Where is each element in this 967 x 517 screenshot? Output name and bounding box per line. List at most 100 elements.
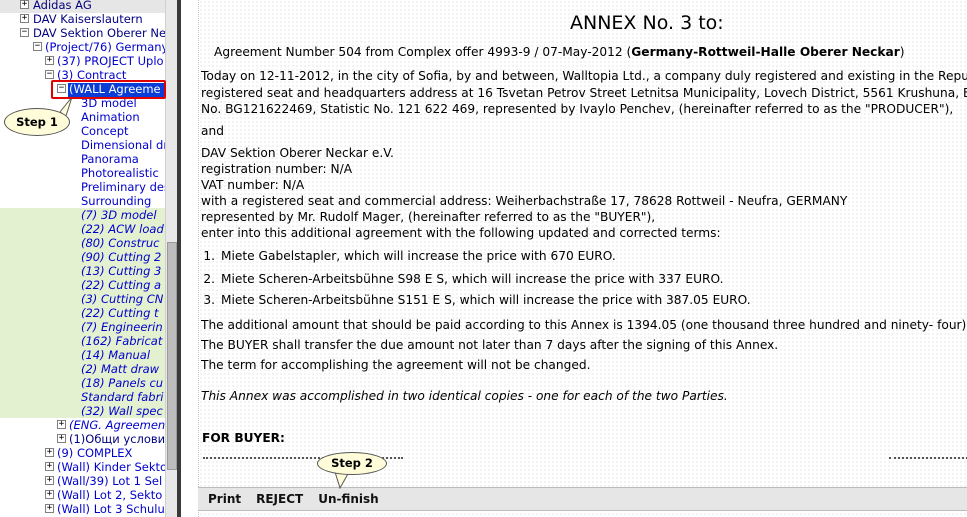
expand-icon[interactable]: + bbox=[45, 462, 54, 471]
tree-node-label: (22) ACW load bbox=[81, 222, 164, 236]
tree-node[interactable]: (22) Cutting a bbox=[0, 278, 165, 292]
tree-node[interactable]: + Adidas AG bbox=[0, 0, 165, 12]
signature-line-right bbox=[889, 457, 967, 460]
buyer-address: with a registered seat and commercial ad… bbox=[201, 194, 848, 208]
tree-node[interactable]: + (9) COMPLEX bbox=[0, 446, 165, 460]
tree-node-label: (80) Construc bbox=[81, 236, 160, 250]
tree-node-label: (9) COMPLEX bbox=[57, 446, 133, 460]
unfinish-button[interactable]: Un-finish bbox=[318, 492, 379, 506]
tree-node[interactable]: (14) Manual bbox=[0, 348, 165, 362]
expand-icon[interactable]: + bbox=[45, 56, 54, 65]
tree-node-label: (22) Cutting t bbox=[81, 306, 159, 320]
term-text: Miete Gabelstapler, which will increase … bbox=[221, 249, 616, 263]
tree-node[interactable]: + (Wall) Kinder Sektor bbox=[0, 460, 165, 474]
buyer-vat: VAT number: N/A bbox=[201, 178, 305, 192]
tree-node[interactable]: + DAV Kaiserslautern bbox=[0, 12, 165, 26]
tree-node[interactable]: Surrounding bbox=[0, 194, 165, 208]
expand-icon[interactable]: + bbox=[57, 434, 66, 443]
tree-node-label: Animation bbox=[81, 110, 140, 124]
tree-node[interactable]: Panorama bbox=[0, 152, 165, 166]
tree-node[interactable]: (13) Cutting 3 bbox=[0, 264, 165, 278]
tree-node-label: (ENG. Agreemen bbox=[69, 418, 165, 432]
agreement-project-name: Germany-Rottweil-Halle Oberer Neckar bbox=[631, 45, 900, 59]
tree-node[interactable]: Standard fabri bbox=[0, 390, 165, 404]
tree-node[interactable]: (2) Matt draw bbox=[0, 362, 165, 376]
tree-node-label: Standard fabri bbox=[81, 390, 164, 404]
tree-node-label: (Wall) Kinder Sektor bbox=[57, 460, 165, 474]
tree-node[interactable]: + (Wall) Lot 3 Schulu bbox=[0, 502, 165, 516]
buyer-name: DAV Sektion Oberer Neckar e.V. bbox=[201, 146, 394, 160]
collapse-icon[interactable]: − bbox=[20, 28, 29, 37]
expand-icon[interactable]: + bbox=[45, 504, 54, 513]
tree-node[interactable]: (22) ACW load bbox=[0, 222, 165, 236]
tree-node-label: (162) Fabricat bbox=[81, 334, 163, 348]
tree-node[interactable]: (162) Fabricat bbox=[0, 334, 165, 348]
tree-node-label: (18) Panels cu bbox=[81, 376, 164, 390]
tree-node[interactable]: (90) Cutting 2 bbox=[0, 250, 165, 264]
tree-node[interactable]: Photorealistic bbox=[0, 166, 165, 180]
tree-scrollbar-thumb[interactable] bbox=[167, 242, 177, 470]
tree-node-label: Concept bbox=[81, 124, 129, 138]
terms-intro: enter into this additional agreement wit… bbox=[201, 226, 721, 240]
tree-node-label: (Wall) Lot 3 Schulu bbox=[57, 502, 165, 516]
annex-document: ANNEX No. 3 to: Agreement Number 504 fro… bbox=[198, 0, 967, 517]
tree-node[interactable]: (3) Cutting CN bbox=[0, 292, 165, 306]
expand-icon[interactable]: + bbox=[45, 490, 54, 499]
copies-note: This Annex was accomplished in two ident… bbox=[201, 389, 728, 403]
term-text: Miete Scheren-Arbeitsbühne S151 E S, whi… bbox=[221, 293, 751, 307]
step2-callout: Step 2 bbox=[317, 452, 387, 475]
reject-button[interactable]: REJECT bbox=[256, 492, 303, 506]
tree-node-label: (2) Matt draw bbox=[81, 362, 160, 376]
tree-node[interactable]: + (Wall/39) Lot 1 Sel bbox=[0, 474, 165, 488]
tree-node[interactable]: + (ENG. Agreemen bbox=[0, 418, 165, 432]
tree-node-label: (32) Wall spec bbox=[81, 404, 163, 418]
tree-node[interactable]: − DAV Sektion Oberer Ne bbox=[0, 26, 165, 40]
tree-node[interactable]: + (Wall) Lot 2, Sekto bbox=[0, 488, 165, 502]
tree-node[interactable]: + (1)Общи услови bbox=[0, 432, 165, 446]
expand-icon[interactable]: + bbox=[45, 476, 54, 485]
term-item: 1. Miete Gabelstapler, which will increas… bbox=[201, 249, 616, 263]
action-toolbar: Print REJECT Un-finish bbox=[198, 487, 967, 511]
tree-node-label: (7) Engineerin bbox=[81, 320, 163, 334]
project-tree: + Adidas AG + DAV Kaiserslautern − DAV Sektio… bbox=[0, 0, 165, 517]
expand-icon[interactable]: + bbox=[57, 420, 66, 429]
tree-node-label: (90) Cutting 2 bbox=[81, 250, 162, 264]
print-button[interactable]: Print bbox=[208, 492, 241, 506]
tree-node-label: Dimensional dra bbox=[81, 138, 165, 152]
tree-node-label: (22) Cutting a bbox=[81, 278, 162, 292]
tree-node-label: (13) Cutting 3 bbox=[81, 264, 162, 278]
term-item: 2. Miete Scheren-Arbeitsbühne S98 E S, wh… bbox=[201, 272, 723, 286]
tree-node-label: (7) 3D model bbox=[81, 208, 157, 222]
tree-node[interactable]: (7) 3D model bbox=[0, 208, 165, 222]
tree-node[interactable]: + (37) PROJECT Uplo bbox=[0, 54, 165, 68]
tree-scrollbar[interactable] bbox=[165, 0, 177, 517]
collapse-icon[interactable]: − bbox=[33, 42, 42, 51]
page-title: ANNEX No. 3 to: bbox=[570, 12, 724, 34]
tree-node-label: DAV Sektion Oberer Ne bbox=[33, 26, 165, 40]
and-text: and bbox=[201, 124, 224, 138]
tree-node-label: Adidas AG bbox=[33, 0, 92, 12]
intro-line: Today on 12-11-2012, in the city of Sofi… bbox=[201, 69, 967, 83]
tree-node[interactable]: Preliminary des bbox=[0, 180, 165, 194]
expand-icon[interactable]: + bbox=[45, 448, 54, 457]
tree-node[interactable]: − (Project/76) Germany bbox=[0, 40, 165, 54]
buyer-registration: registration number: N/A bbox=[201, 162, 353, 176]
term-unchanged: The term for accomplishing the agreement… bbox=[201, 358, 591, 372]
expand-icon[interactable]: + bbox=[20, 14, 29, 23]
tree-node[interactable]: (32) Wall spec bbox=[0, 404, 165, 418]
pane-gap bbox=[181, 0, 198, 517]
tree-node[interactable]: Dimensional dra bbox=[0, 138, 165, 152]
tree-node-label: DAV Kaiserslautern bbox=[33, 12, 143, 26]
tree-node[interactable]: (80) Construc bbox=[0, 236, 165, 250]
expand-icon[interactable]: + bbox=[20, 0, 29, 9]
tree-node[interactable]: (18) Panels cu bbox=[0, 376, 165, 390]
tree-node-label: (Wall) Lot 2, Sekto bbox=[57, 488, 163, 502]
term-item: 3. Miete Scheren-Arbeitsbühne S151 E S, w… bbox=[201, 293, 751, 307]
intro-line: No. BG121622469, Statistic No. 121 622 4… bbox=[201, 102, 954, 116]
tree-node[interactable]: (22) Cutting t bbox=[0, 306, 165, 320]
tree-node-label: (1)Общи услови bbox=[69, 432, 165, 446]
term-number: 2. bbox=[203, 272, 215, 286]
step1-callout: Step 1 bbox=[4, 108, 70, 136]
tree-node[interactable]: (7) Engineerin bbox=[0, 320, 165, 334]
collapse-icon[interactable]: − bbox=[45, 70, 54, 79]
